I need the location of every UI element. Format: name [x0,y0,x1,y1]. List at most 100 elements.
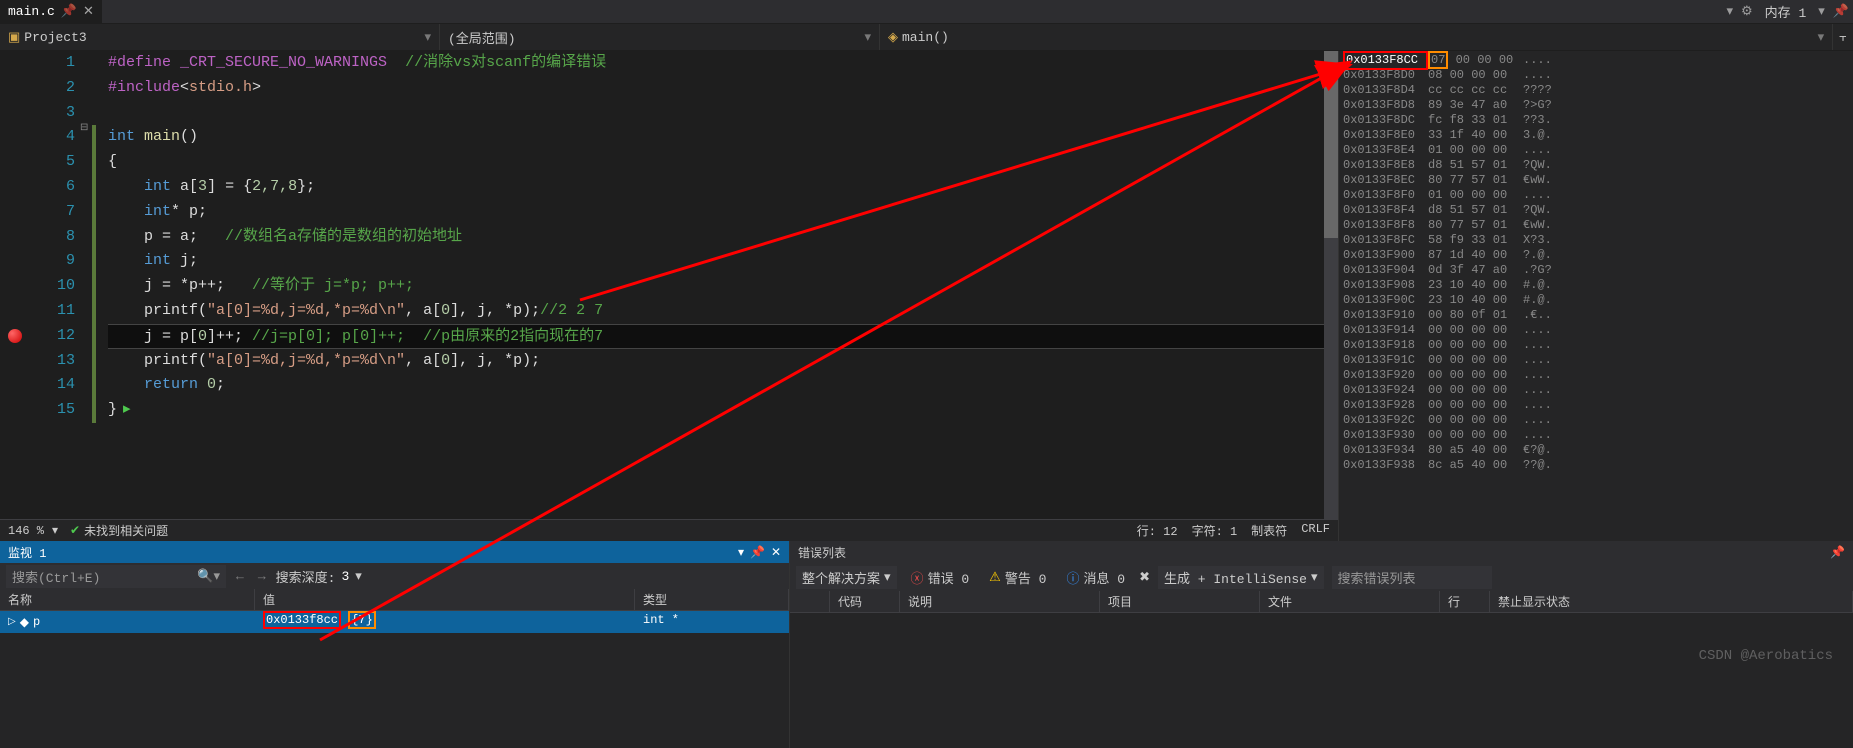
variable-icon: ◆ [20,615,29,630]
pin-icon[interactable]: 📌 [1829,4,1853,19]
col-line[interactable]: 行 [1440,591,1490,612]
split-icon[interactable]: ⫟ [1833,30,1853,45]
memory-row[interactable]: 0x0133F8D008 00 00 00.... [1343,68,1849,83]
chevron-down-icon[interactable]: ▾ [355,569,362,584]
memory-row[interactable]: 0x0133F8D4cc cc cc cc???? [1343,83,1849,98]
solution-selector[interactable]: 整个解决方案 ▾ [796,566,897,589]
chevron-down-icon: ▾ [1818,30,1825,45]
memory-row[interactable]: 0x0133F8CC07 00 00 00.... [1343,53,1849,68]
memory-row[interactable]: 0x0133F91800 00 00 00.... [1343,338,1849,353]
memory-row[interactable]: 0x0133F90823 10 40 00#.@. [1343,278,1849,293]
chevron-down-icon: ▾ [864,30,871,45]
project-name: Project3 [24,30,86,45]
memory-row[interactable]: 0x0133F9040d 3f 47 a0.?G? [1343,263,1849,278]
change-margin: ⊟ [90,51,108,519]
scope-selector[interactable]: (全局范围) ▾ [440,24,880,50]
memory-row[interactable]: 0x0133F90087 1d 40 00?.@. [1343,248,1849,263]
dropdown-arrow-icon[interactable]: ▾ [1814,4,1829,19]
col-suppress[interactable]: 禁止显示状态 [1490,591,1853,612]
memory-row[interactable]: 0x0133F8E8d8 51 57 01?QW. [1343,158,1849,173]
pin-icon[interactable]: 📌 [1830,545,1845,560]
build-mode-selector[interactable]: 生成 + IntelliSense ▾ [1158,566,1324,589]
code-lines[interactable]: #define _CRT_SECURE_NO_WARNINGS //消除vs对s… [108,51,1338,519]
memory-row[interactable]: 0x0133F8F880 77 57 01€wW. [1343,218,1849,233]
watch-row[interactable]: ▷ ◆ p 0x0133f8cc {7} int * [0,611,789,633]
memory-row[interactable]: 0x0133F9388c a5 40 00??@. [1343,458,1849,473]
vertical-scrollbar[interactable] [1324,51,1338,519]
messages-count-button[interactable]: ⓘ 消息 0 [1060,566,1131,589]
col-file[interactable]: 文件 [1260,591,1440,612]
memory-row[interactable]: 0x0133F92400 00 00 00.... [1343,383,1849,398]
clear-filter-icon[interactable]: ✖ [1139,570,1150,585]
zoom-dropdown-icon[interactable]: ▾ [52,523,58,538]
collapse-icon[interactable]: ⊟ [80,122,88,134]
pin-icon[interactable]: 📌 [61,4,77,19]
play-icon[interactable]: ▸ [123,401,131,418]
code-area[interactable]: 123 456 789 101112 131415 ⊟ #define _CRT… [0,51,1338,519]
dropdown-icon[interactable]: ▾ [738,545,744,560]
status-bar: 146 % ▾ ✔ 未找到相关问题 行: 12 字符: 1 制表符 CRLF [0,519,1338,541]
nav-prev-icon[interactable]: ← [232,569,248,584]
scope-bar: ▣ Project3 ▾ (全局范围) ▾ ◈ main() ▾ ⫟ [0,24,1853,51]
breakpoint-gutter[interactable] [0,51,30,519]
col-icon[interactable] [790,591,830,612]
search-depth-label: 搜索深度: [276,567,336,586]
memory-row[interactable]: 0x0133F91C00 00 00 00.... [1343,353,1849,368]
watermark: CSDN @Aerobatics [1699,648,1833,664]
pin-icon[interactable]: 📌 [750,545,765,560]
scope-label: (全局范围) [448,28,516,47]
close-icon[interactable]: ✕ [83,4,94,19]
memory-row[interactable]: 0x0133F8F4d8 51 57 01?QW. [1343,203,1849,218]
dropdown-arrow-icon[interactable]: ▾ [1722,4,1737,19]
col-project[interactable]: 项目 [1100,591,1260,612]
memory-row[interactable]: 0x0133F8DCfc f8 33 01??3. [1343,113,1849,128]
search-depth-value[interactable]: 3 [341,569,349,584]
col-desc[interactable]: 说明 [900,591,1100,612]
memory-row[interactable]: 0x0133F8FC58 f9 33 01X?3. [1343,233,1849,248]
watch-search-input[interactable]: 搜索(Ctrl+E) 🔍 ▾ [6,565,226,588]
nav-next-icon[interactable]: → [254,569,270,584]
gear-icon[interactable]: ⚙ [1737,4,1757,19]
watch-header: 监视 1 ▾ 📌 ✕ [0,541,789,563]
warnings-count-button[interactable]: ⚠ 警告 0 [983,566,1052,589]
memory-row[interactable]: 0x0133F8EC80 77 57 01€wW. [1343,173,1849,188]
expand-icon[interactable]: ▷ [8,616,16,628]
watch-table-header: 名称 值 类型 [0,589,789,611]
col-type[interactable]: 类型 [635,589,789,610]
memory-row[interactable]: 0x0133F90C23 10 40 00#.@. [1343,293,1849,308]
memory-row[interactable]: 0x0133F91400 00 00 00.... [1343,323,1849,338]
close-icon[interactable]: ✕ [771,545,781,560]
chevron-down-icon: ▾ [1311,570,1318,585]
memory-row[interactable]: 0x0133F8E401 00 00 00.... [1343,143,1849,158]
memory-row[interactable]: 0x0133F8E033 1f 40 003.@. [1343,128,1849,143]
col-code[interactable]: 代码 [830,591,900,612]
col-name[interactable]: 名称 [0,589,255,610]
memory-row[interactable]: 0x0133F93000 00 00 00.... [1343,428,1849,443]
error-search-input[interactable]: 搜索错误列表 [1332,566,1492,589]
memory-row[interactable]: 0x0133F92800 00 00 00.... [1343,398,1849,413]
memory-row[interactable]: 0x0133F92000 00 00 00.... [1343,368,1849,383]
zoom-level[interactable]: 146 % [8,524,44,538]
breakpoint-marker[interactable] [8,329,22,343]
function-selector[interactable]: ◈ main() ▾ [880,24,1833,50]
errors-count-button[interactable]: ⓧ 错误 0 [905,566,976,589]
memory-row[interactable]: 0x0133F8D889 3e 47 a0?>G? [1343,98,1849,113]
error-list-title: 错误列表 [798,544,846,561]
error-icon: ⓧ [911,568,924,587]
watch-title: 监视 1 [8,544,46,561]
memory-row[interactable]: 0x0133F93480 a5 40 00€?@. [1343,443,1849,458]
memory-row[interactable]: 0x0133F91000 80 0f 01.€.. [1343,308,1849,323]
memory-rows[interactable]: 0x0133F8CC07 00 00 00....0x0133F8D008 00… [1339,51,1853,541]
memory-row[interactable]: 0x0133F92C00 00 00 00.... [1343,413,1849,428]
project-selector[interactable]: ▣ Project3 ▾ [0,24,440,50]
error-table-header: 代码 说明 项目 文件 行 禁止显示状态 [790,591,1853,613]
chevron-down-icon: ▾ [424,30,431,45]
col-value[interactable]: 值 [255,589,635,610]
warning-icon: ⚠ [989,570,1001,585]
function-icon: ◈ [888,30,898,45]
memory-row[interactable]: 0x0133F8F001 00 00 00.... [1343,188,1849,203]
error-toolbar: 整个解决方案 ▾ ⓧ 错误 0 ⚠ 警告 0 ⓘ 消息 0 ✖ 生成 + Int… [790,563,1853,591]
file-tab[interactable]: main.c 📌 ✕ [0,0,102,23]
watch-var-type: int * [635,611,789,633]
chevron-down-icon[interactable]: ▾ [213,569,220,584]
